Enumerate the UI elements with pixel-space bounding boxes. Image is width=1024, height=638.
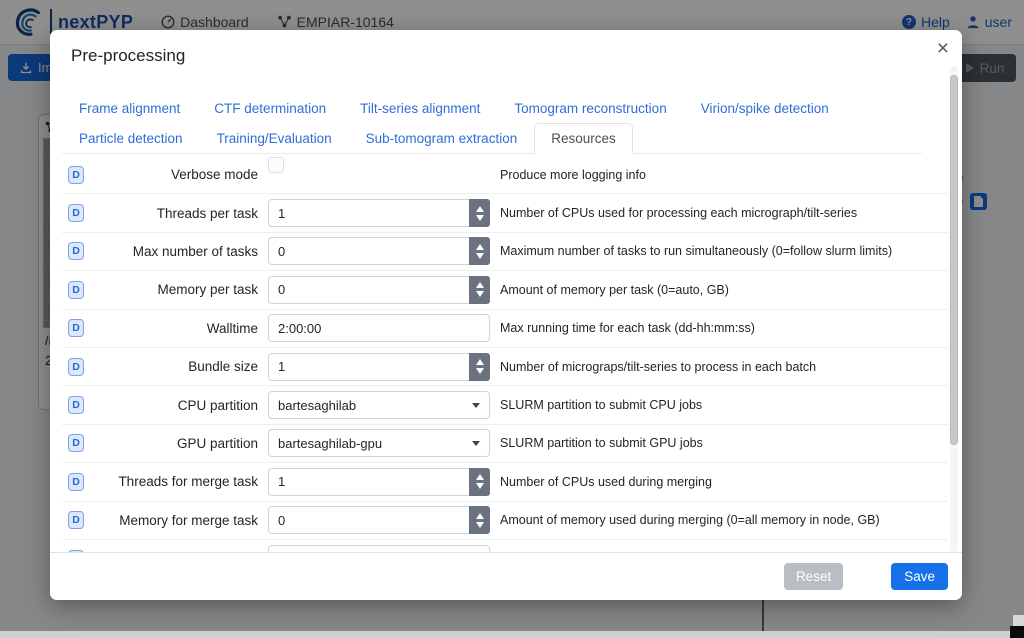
spinner-down-icon: [476, 291, 484, 297]
gpu-partition-select[interactable]: bartesaghilab-gpu: [268, 429, 490, 457]
spinner-down-icon: [476, 522, 484, 528]
tab-sub-tomogram-extraction[interactable]: Sub-tomogram extraction: [349, 123, 535, 154]
field-label: Bundle size: [92, 359, 258, 374]
spinner-up-icon: [476, 359, 484, 365]
field-description: Number of micrograps/tilt-series to proc…: [500, 360, 816, 374]
tab-tomogram-reconstruction[interactable]: Tomogram reconstruction: [497, 93, 683, 124]
partial-row-input[interactable]: [268, 545, 490, 552]
field-description: Number of CPUs used during merging: [500, 475, 712, 489]
merge-threads-input[interactable]: [268, 468, 490, 496]
default-badge: D: [68, 166, 84, 184]
default-badge: D: [68, 511, 84, 529]
field-description: Max running time for each task (dd-hh:mm…: [500, 321, 755, 335]
spinner-control[interactable]: [469, 237, 490, 265]
walltime-input[interactable]: [268, 314, 490, 342]
modal-footer: Reset Save: [50, 552, 962, 600]
spinner-up-icon: [476, 513, 484, 519]
spinner-up-icon: [476, 282, 484, 288]
field-description: Amount of memory per task (0=auto, GB): [500, 283, 729, 297]
spinner-control[interactable]: [469, 199, 490, 227]
spinner-control[interactable]: [469, 506, 490, 534]
spinner-down-icon: [476, 483, 484, 489]
chevron-down-icon: [472, 403, 480, 408]
field-description: Number of CPUs used for processing each …: [500, 206, 857, 220]
tab-particle-detection[interactable]: Particle detection: [62, 123, 200, 154]
tab-ctf-determination[interactable]: CTF determination: [197, 93, 343, 124]
form-row-memory-for-merge-task: D Memory for merge task Amount of memory…: [62, 502, 948, 540]
scrollbar-thumb[interactable]: [950, 75, 958, 445]
form-row-partial: D: [62, 540, 948, 552]
field-description: Produce more logging info: [500, 168, 646, 182]
field-label: Verbose mode: [92, 167, 258, 182]
form-row-cpu-partition: D CPU partition bartesaghilab SLURM part…: [62, 386, 948, 424]
preprocessing-modal: Pre-processing × Frame alignment CTF det…: [50, 30, 962, 600]
scrollbar-corner-dark: [1010, 626, 1024, 638]
spinner-control[interactable]: [469, 468, 490, 496]
memory-per-task-input[interactable]: [268, 276, 490, 304]
default-badge: D: [68, 473, 84, 491]
tab-frame-alignment[interactable]: Frame alignment: [62, 93, 197, 124]
chevron-down-icon: [472, 441, 480, 446]
form-row-threads-per-task: D Threads per task Number of CPUs used f…: [62, 194, 948, 232]
reset-button[interactable]: Reset: [784, 563, 843, 590]
default-badge: D: [68, 358, 84, 376]
default-badge: D: [68, 204, 84, 222]
default-badge: D: [68, 434, 84, 452]
field-description: Maximum number of tasks to run simultane…: [500, 244, 892, 258]
default-badge: D: [68, 319, 84, 337]
form-row-bundle-size: D Bundle size Number of micrograps/tilt-…: [62, 348, 948, 386]
field-label: CPU partition: [92, 398, 258, 413]
field-description: Amount of memory used during merging (0=…: [500, 513, 880, 527]
modal-scrollbar[interactable]: [950, 66, 958, 552]
tab-virion-spike-detection[interactable]: Virion/spike detection: [684, 93, 846, 124]
settings-tabs: Frame alignment CTF determination Tilt-s…: [62, 93, 922, 154]
modal-title: Pre-processing: [71, 46, 185, 66]
field-label: Memory per task: [92, 282, 258, 297]
page-bottom-strip: [0, 631, 1024, 638]
spinner-control[interactable]: [469, 353, 490, 381]
field-description: SLURM partition to submit CPU jobs: [500, 398, 702, 412]
threads-per-task-input[interactable]: [268, 199, 490, 227]
verbose-mode-checkbox[interactable]: [268, 157, 284, 173]
save-button[interactable]: Save: [891, 563, 948, 590]
spinner-down-icon: [476, 368, 484, 374]
max-tasks-input[interactable]: [268, 237, 490, 265]
field-label: Threads per task: [92, 206, 258, 221]
spinner-control[interactable]: [469, 276, 490, 304]
field-description: SLURM partition to submit GPU jobs: [500, 436, 703, 450]
cpu-partition-value: bartesaghilab: [278, 398, 356, 413]
tab-training-evaluation[interactable]: Training/Evaluation: [200, 123, 349, 154]
gpu-partition-value: bartesaghilab-gpu: [278, 436, 382, 451]
form-row-threads-for-merge-task: D Threads for merge task Number of CPUs …: [62, 463, 948, 501]
spinner-down-icon: [476, 253, 484, 259]
app-root: nextPYP Dashboard EMPIAR-10164 ? Help: [0, 0, 1024, 638]
form-row-memory-per-task: D Memory per task Amount of memory per t…: [62, 271, 948, 309]
spinner-up-icon: [476, 474, 484, 480]
field-label: Walltime: [92, 321, 258, 336]
field-label: Memory for merge task: [92, 513, 258, 528]
cpu-partition-select[interactable]: bartesaghilab: [268, 391, 490, 419]
field-label: Max number of tasks: [92, 244, 258, 259]
form-row-verbose-mode: D Verbose mode Produce more logging info: [62, 156, 948, 194]
field-label: Threads for merge task: [92, 474, 258, 489]
close-icon[interactable]: ×: [937, 38, 949, 59]
default-badge: D: [68, 242, 84, 260]
settings-form: D Verbose mode Produce more logging info…: [62, 156, 948, 552]
spinner-up-icon: [476, 244, 484, 250]
default-badge: D: [68, 281, 84, 299]
default-badge: D: [68, 396, 84, 414]
field-label: GPU partition: [92, 436, 258, 451]
form-row-walltime: D Walltime Max running time for each tas…: [62, 310, 948, 348]
spinner-down-icon: [476, 215, 484, 221]
bundle-size-input[interactable]: [268, 353, 490, 381]
tab-resources[interactable]: Resources: [534, 123, 633, 154]
form-row-max-number-of-tasks: D Max number of tasks Maximum number of …: [62, 233, 948, 271]
merge-memory-input[interactable]: [268, 506, 490, 534]
spinner-up-icon: [476, 206, 484, 212]
tab-tilt-series-alignment[interactable]: Tilt-series alignment: [343, 93, 497, 124]
form-row-gpu-partition: D GPU partition bartesaghilab-gpu SLURM …: [62, 425, 948, 463]
scrollbar-corner-light: [1013, 615, 1024, 626]
